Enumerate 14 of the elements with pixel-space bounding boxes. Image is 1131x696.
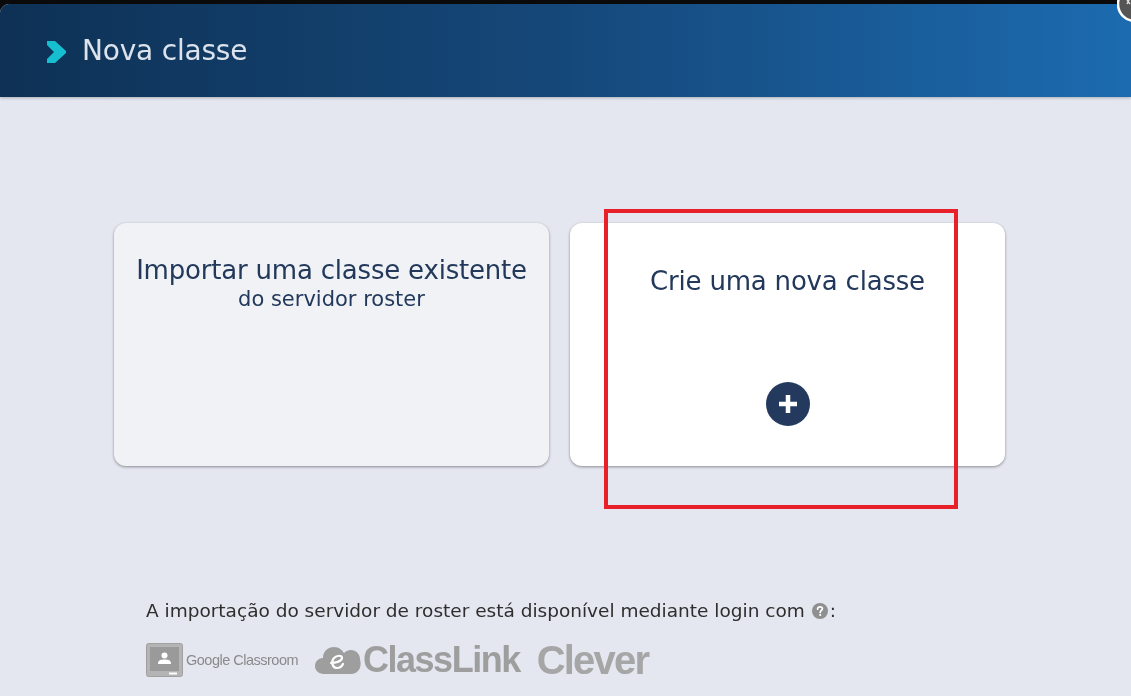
provider-name: Google Classroom bbox=[186, 652, 299, 668]
add-icon[interactable] bbox=[765, 382, 810, 426]
window-title: Nova classe bbox=[82, 34, 248, 67]
card-subtitle: do servidor roster bbox=[238, 287, 425, 312]
card-title: Importar uma classe existente bbox=[136, 254, 527, 287]
provider-name: ClassLink bbox=[363, 641, 520, 679]
note-colon: : bbox=[829, 600, 836, 621]
login-note: A importação do servidor de roster está disponível mediante login com bbox=[146, 600, 805, 621]
classroom-board-icon bbox=[146, 643, 183, 677]
chevron-icon bbox=[46, 40, 66, 63]
provider-name: Clever bbox=[536, 640, 649, 680]
card-title: Crie uma nova classe bbox=[650, 265, 925, 298]
help-icon[interactable] bbox=[811, 602, 828, 619]
close-icon[interactable] bbox=[1117, 0, 1131, 23]
